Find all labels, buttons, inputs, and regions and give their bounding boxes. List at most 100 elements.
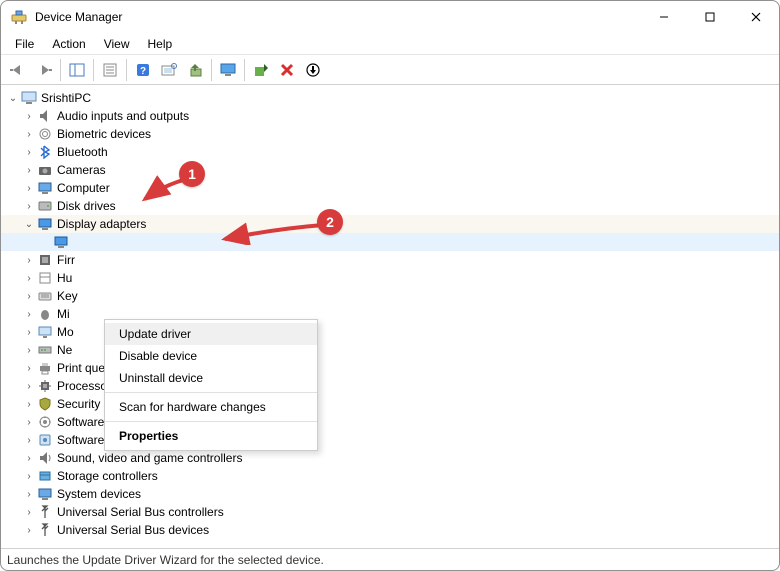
- chevron-right-icon[interactable]: ›: [21, 378, 37, 394]
- chevron-right-icon[interactable]: ›: [21, 288, 37, 304]
- chevron-right-icon[interactable]: ›: [21, 450, 37, 466]
- menu-help[interactable]: Help: [140, 35, 181, 53]
- uninstall-device-icon[interactable]: [275, 58, 299, 82]
- tree-category[interactable]: ⌄Display adapters: [1, 215, 779, 233]
- tree-category[interactable]: ›Universal Serial Bus controllers: [1, 503, 779, 521]
- device-tree[interactable]: ⌄ SrishtiPC › Audio inputs and outputs › Bi…: [1, 85, 779, 548]
- window-controls: [641, 1, 779, 33]
- maximize-button[interactable]: [687, 1, 733, 33]
- chevron-right-icon[interactable]: ›: [21, 342, 37, 358]
- chevron-right-icon[interactable]: ›: [21, 360, 37, 376]
- tree-category-label: Firr: [57, 253, 75, 267]
- chevron-right-icon[interactable]: ›: [21, 468, 37, 484]
- monitor-icon[interactable]: [216, 58, 240, 82]
- tree-category[interactable]: ›Cameras: [1, 161, 779, 179]
- tree-root-label: SrishtiPC: [41, 91, 91, 105]
- system-icon: [37, 486, 53, 502]
- chevron-right-icon[interactable]: ›: [21, 504, 37, 520]
- scan-hardware-icon[interactable]: [157, 58, 181, 82]
- app-icon: [11, 9, 27, 25]
- menu-update-driver[interactable]: Update driver: [105, 323, 317, 345]
- chevron-right-icon[interactable]: ›: [21, 198, 37, 214]
- forward-button[interactable]: [32, 58, 56, 82]
- tree-category[interactable]: › Firr: [1, 251, 779, 269]
- tree-category-label: Mi: [57, 307, 70, 321]
- menu-view[interactable]: View: [96, 35, 138, 53]
- tree-category-label: Mo: [57, 325, 74, 339]
- toolbar-separator: [93, 59, 94, 81]
- chevron-down-icon[interactable]: ⌄: [5, 90, 21, 106]
- titlebar: Device Manager: [1, 1, 779, 33]
- chevron-right-icon[interactable]: ›: [21, 414, 37, 430]
- tree-category[interactable]: › Storage controllers: [1, 467, 779, 485]
- computer-root-icon: [21, 90, 37, 106]
- menu-action[interactable]: Action: [44, 35, 93, 53]
- tree-category[interactable]: › Hu: [1, 269, 779, 287]
- close-button[interactable]: [733, 1, 779, 33]
- tree-category[interactable]: › Disk drives: [1, 197, 779, 215]
- help-icon[interactable]: ?: [131, 58, 155, 82]
- computer-icon: [37, 180, 53, 196]
- storage-icon: [37, 468, 53, 484]
- tree-category-label: Universal Serial Bus devices: [57, 523, 209, 537]
- tree-device-selected[interactable]: [1, 233, 779, 251]
- chevron-right-icon[interactable]: ›: [21, 522, 37, 538]
- enable-device-icon[interactable]: [249, 58, 273, 82]
- window-title: Device Manager: [35, 10, 641, 24]
- menu-file[interactable]: File: [7, 35, 42, 53]
- chevron-right-icon[interactable]: ›: [21, 108, 37, 124]
- menu-properties[interactable]: Properties: [105, 425, 317, 447]
- tree-category-label: Hu: [57, 271, 72, 285]
- tree-category-label: Storage controllers: [57, 469, 158, 483]
- menu-scan-hardware[interactable]: Scan for hardware changes: [105, 396, 317, 418]
- tree-root[interactable]: ⌄ SrishtiPC: [1, 89, 779, 107]
- tree-category-label: Biometric devices: [57, 127, 151, 141]
- properties-icon[interactable]: [98, 58, 122, 82]
- tree-category-label: Bluetooth: [57, 145, 108, 159]
- update-driver-icon[interactable]: [183, 58, 207, 82]
- menu-uninstall-device[interactable]: Uninstall device: [105, 367, 317, 389]
- annotation-callout-1: 1: [179, 161, 205, 187]
- chevron-right-icon[interactable]: ›: [21, 324, 37, 340]
- tree-category-label: Sound, video and game controllers: [57, 451, 242, 465]
- chevron-right-icon[interactable]: ›: [21, 180, 37, 196]
- sound-icon: [37, 450, 53, 466]
- tree-category[interactable]: › Audio inputs and outputs: [1, 107, 779, 125]
- back-button[interactable]: [6, 58, 30, 82]
- chevron-right-icon[interactable]: ›: [21, 144, 37, 160]
- minimize-button[interactable]: [641, 1, 687, 33]
- chevron-right-icon[interactable]: ›: [21, 162, 37, 178]
- tree-category-label: Audio inputs and outputs: [57, 109, 189, 123]
- statusbar-text: Launches the Update Driver Wizard for th…: [7, 553, 324, 567]
- cpu-icon: [37, 378, 53, 394]
- tree-category[interactable]: › Sound, video and game controllers: [1, 449, 779, 467]
- chevron-right-icon[interactable]: ›: [21, 270, 37, 286]
- tree-category[interactable]: › Biometric devices: [1, 125, 779, 143]
- tree-category[interactable]: ›Computer: [1, 179, 779, 197]
- chevron-right-icon[interactable]: ›: [21, 306, 37, 322]
- svg-text:?: ?: [140, 66, 146, 77]
- bluetooth-icon: [37, 144, 53, 160]
- chevron-right-icon[interactable]: ›: [21, 432, 37, 448]
- chevron-right-icon[interactable]: ›: [21, 486, 37, 502]
- toolbar-separator: [211, 59, 212, 81]
- mouse-icon: [37, 306, 53, 322]
- tree-category-label: Disk drives: [57, 199, 116, 213]
- tree-category[interactable]: › Bluetooth: [1, 143, 779, 161]
- usb-icon: [37, 522, 53, 538]
- show-hide-console-icon[interactable]: [65, 58, 89, 82]
- device-manager-window: Device Manager File Action View Help ?: [0, 0, 780, 571]
- chevron-right-icon[interactable]: ›: [21, 252, 37, 268]
- statusbar: Launches the Update Driver Wizard for th…: [1, 548, 779, 570]
- disk-icon: [37, 198, 53, 214]
- tree-category[interactable]: ›System devices: [1, 485, 779, 503]
- chevron-down-icon[interactable]: ⌄: [21, 216, 37, 232]
- chevron-right-icon[interactable]: ›: [21, 396, 37, 412]
- camera-icon: [37, 162, 53, 178]
- tree-category[interactable]: › Universal Serial Bus devices: [1, 521, 779, 539]
- menu-disable-device[interactable]: Disable device: [105, 345, 317, 367]
- audio-icon: [37, 108, 53, 124]
- disable-device-icon[interactable]: [301, 58, 325, 82]
- tree-category[interactable]: ›Key: [1, 287, 779, 305]
- chevron-right-icon[interactable]: ›: [21, 126, 37, 142]
